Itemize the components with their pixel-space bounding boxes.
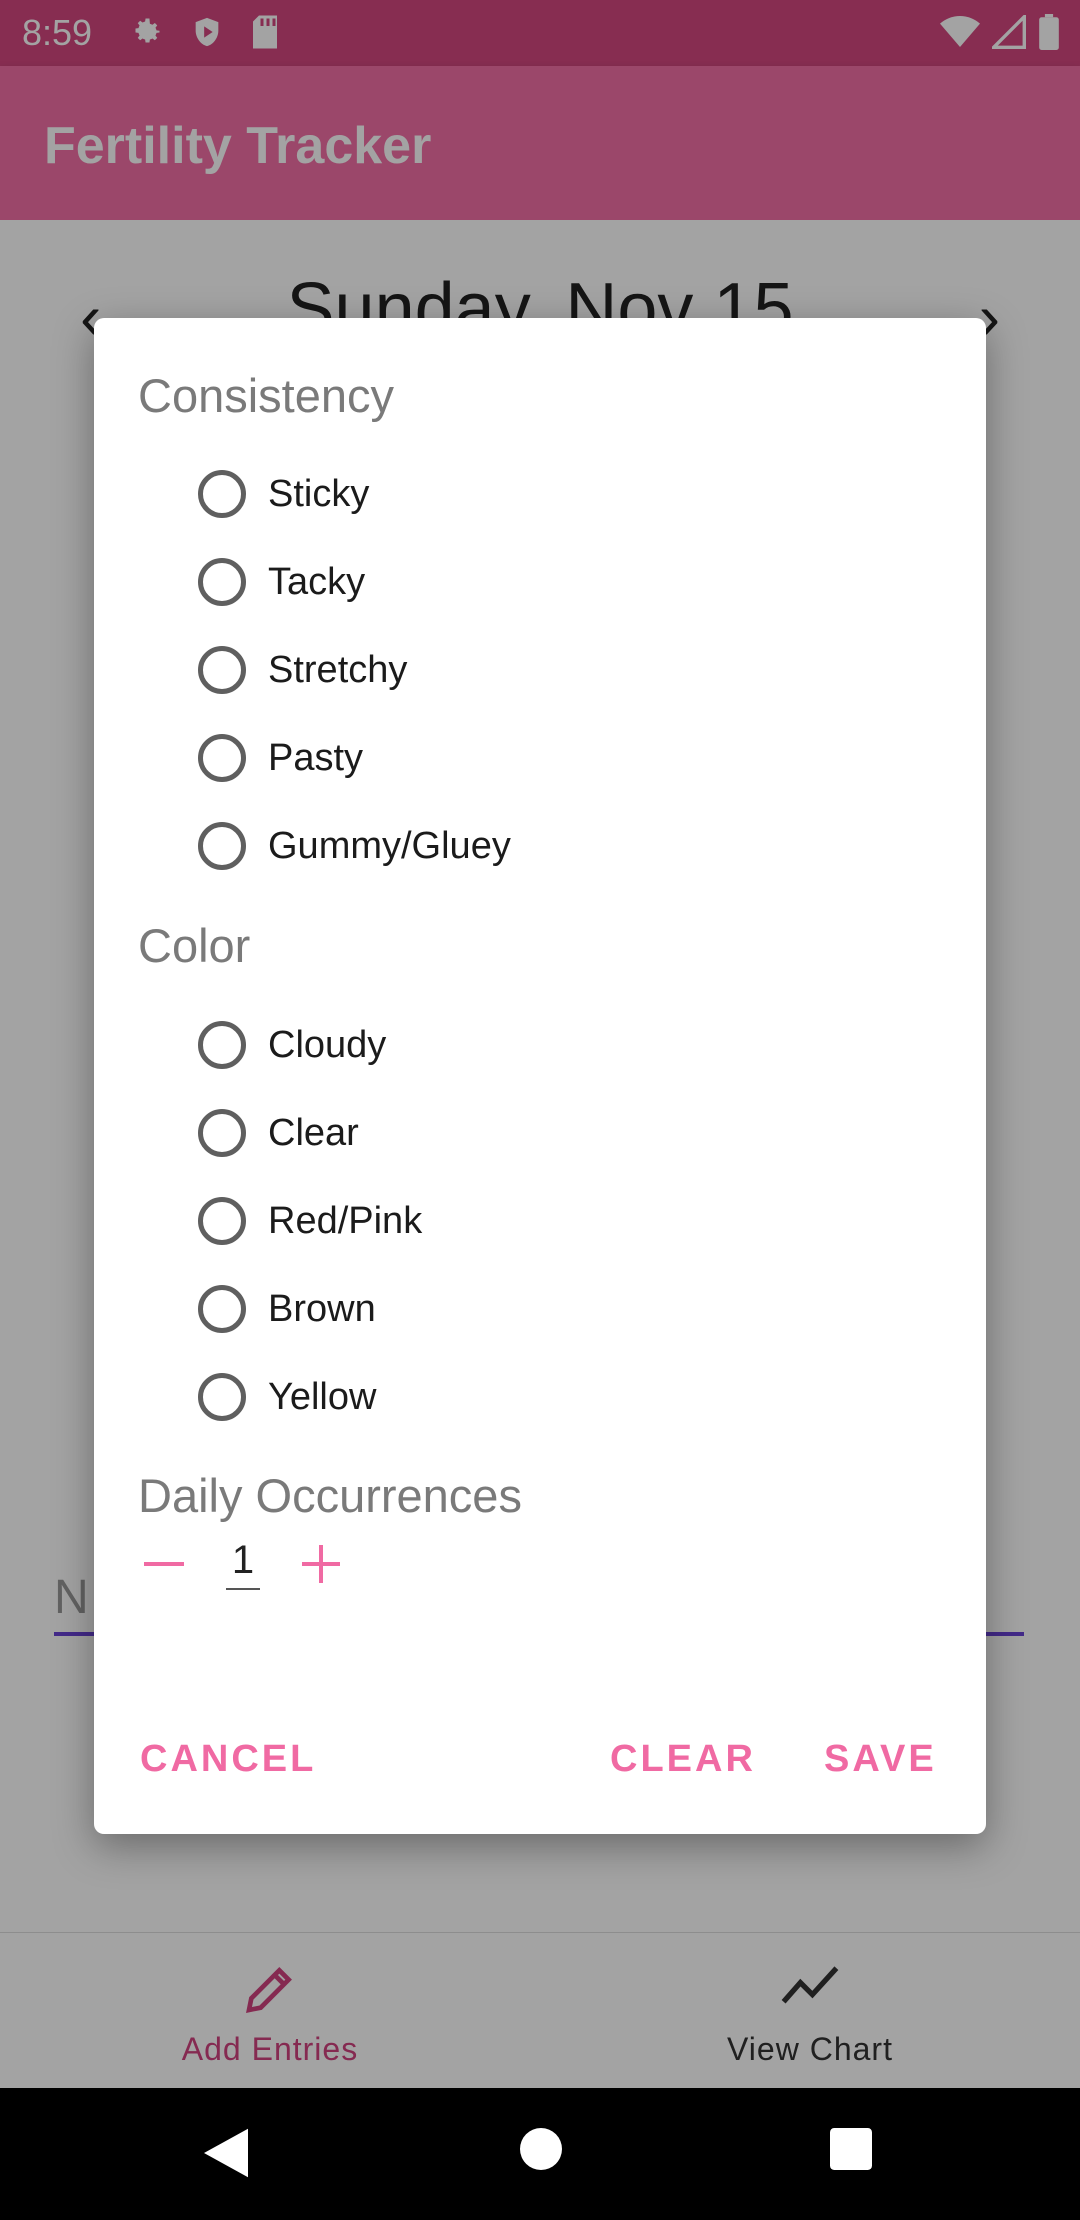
radio-unchecked-icon — [198, 1109, 246, 1157]
home-icon[interactable] — [520, 2128, 562, 2170]
radio-tacky[interactable]: Tacky — [198, 550, 365, 614]
radio-label: Tacky — [268, 560, 366, 603]
radio-label: Clear — [268, 1111, 359, 1154]
radio-label: Red/Pink — [268, 1199, 423, 1242]
radio-label: Stretchy — [268, 648, 408, 691]
radio-unchecked-icon — [198, 1285, 246, 1333]
radio-cloudy[interactable]: Cloudy — [198, 1013, 386, 1077]
radio-red-pink[interactable]: Red/Pink — [198, 1189, 422, 1253]
radio-unchecked-icon — [198, 822, 246, 870]
radio-label: Brown — [268, 1287, 376, 1330]
increment-button[interactable] — [290, 1536, 354, 1596]
plus-icon-vertical — [319, 1545, 323, 1583]
consistency-title: Consistency — [138, 369, 394, 422]
radio-unchecked-icon — [198, 558, 246, 606]
recents-icon[interactable] — [830, 2128, 872, 2170]
radio-yellow[interactable]: Yellow — [198, 1365, 376, 1429]
daily-occurrences-title: Daily Occurrences — [138, 1469, 522, 1522]
radio-unchecked-icon — [198, 1197, 246, 1245]
discharge-dialog: Consistency Sticky Tacky Stretchy Pasty … — [94, 318, 986, 1834]
radio-brown[interactable]: Brown — [198, 1277, 376, 1341]
radio-label: Gummy/Gluey — [268, 824, 511, 867]
radio-unchecked-icon — [198, 1373, 246, 1421]
radio-unchecked-icon — [198, 734, 246, 782]
radio-clear[interactable]: Clear — [198, 1101, 359, 1165]
back-icon[interactable] — [204, 2128, 248, 2178]
radio-sticky[interactable]: Sticky — [198, 462, 369, 526]
clear-button[interactable]: CLEAR — [610, 1738, 756, 1781]
radio-label: Yellow — [268, 1375, 377, 1418]
cancel-button[interactable]: CANCEL — [140, 1738, 316, 1781]
radio-unchecked-icon — [198, 470, 246, 518]
color-title: Color — [138, 919, 251, 972]
minus-icon — [144, 1562, 184, 1566]
radio-unchecked-icon — [198, 646, 246, 694]
radio-label: Sticky — [268, 472, 370, 515]
decrement-button[interactable] — [132, 1536, 196, 1596]
radio-pasty[interactable]: Pasty — [198, 726, 363, 790]
radio-gummy-gluey[interactable]: Gummy/Gluey — [198, 814, 511, 878]
radio-label: Cloudy — [268, 1023, 387, 1066]
system-nav-bar — [0, 2088, 1080, 2220]
occurrences-input[interactable]: 1 — [226, 1538, 260, 1590]
radio-unchecked-icon — [198, 1021, 246, 1069]
radio-label: Pasty — [268, 736, 364, 779]
save-button[interactable]: SAVE — [824, 1738, 937, 1781]
radio-stretchy[interactable]: Stretchy — [198, 638, 407, 702]
